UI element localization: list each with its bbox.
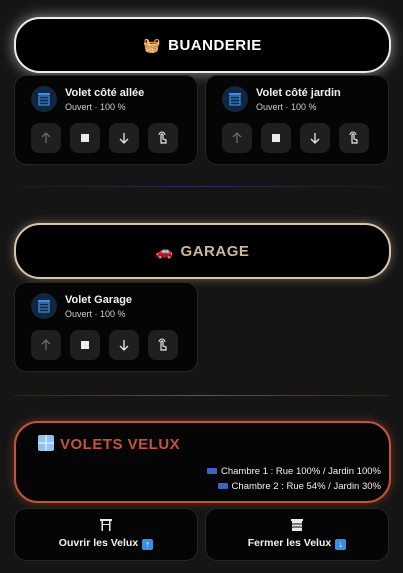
open-button[interactable] [222,123,252,153]
section-divider [14,186,389,187]
cover-name: Volet Garage [65,294,133,306]
cover-card-volet-garage[interactable]: Volet Garage Ouvert · 100 % [14,282,198,372]
position-button[interactable] [148,123,178,153]
close-button[interactable] [109,330,139,360]
arrow-down-icon [310,133,320,144]
cover-card-volet-allee[interactable]: Volet côté allée Ouvert · 100 % [14,75,198,165]
car-icon: 🚗 [155,242,174,259]
buanderie-title: BUANDERIE [168,36,262,54]
open-button[interactable] [31,330,61,360]
close-button[interactable] [109,123,139,153]
stop-button[interactable] [261,123,291,153]
cover-state: Ouvert · 100 % [256,102,317,112]
cover-name: Volet côté allée [65,87,145,99]
stop-icon [81,134,89,142]
stop-button[interactable] [70,330,100,360]
velux-title-row: VOLETS VELUX [38,435,180,453]
stop-icon [81,341,89,349]
garage-title: GARAGE [180,242,250,260]
arrow-down-icon [119,340,129,351]
arrow-down-badge-icon: ↓ [335,539,347,550]
close-velux-label: Fermer les Velux [247,537,332,549]
garage-header[interactable]: 🚗 GARAGE [14,223,391,279]
tap-hand-icon [349,131,358,144]
arrow-up-icon [41,132,51,143]
bed-icon [217,483,228,490]
tap-hand-icon [158,338,167,351]
arrow-up-icon [41,339,51,350]
arrow-down-icon [119,133,129,144]
bed-icon [206,468,217,475]
shutter-icon [31,86,57,112]
tap-hand-icon [158,131,167,144]
buanderie-header[interactable]: 🧺 BUANDERIE [14,17,391,73]
shutter-icon [222,86,248,112]
cover-state: Ouvert · 100 % [65,309,126,319]
arrow-up-badge-icon: ↑ [142,539,154,550]
stop-icon [272,134,280,142]
cover-card-volet-jardin[interactable]: Volet côté jardin Ouvert · 100 % [205,75,389,165]
velux-status-line-1: Chambre 1 : Rue 100% / Jardin 100% [206,466,381,477]
open-button[interactable] [31,123,61,153]
section-divider [14,395,389,396]
open-velux-label: Ouvrir les Velux [58,537,139,549]
position-button[interactable] [339,123,369,153]
window-icon [38,435,54,451]
window-open-icon [100,519,112,531]
velux-status-line-2: Chambre 2 : Rue 54% / Jardin 30% [217,481,381,492]
cover-state: Ouvert · 100 % [65,102,126,112]
window-closed-icon [291,519,303,531]
arrow-up-icon [232,132,242,143]
position-button[interactable] [148,330,178,360]
cover-name: Volet côté jardin [256,87,341,99]
velux-title: VOLETS VELUX [60,436,181,453]
open-velux-button[interactable]: Ouvrir les Velux ↑ [14,508,198,561]
shutter-icon [31,293,57,319]
basket-icon: 🧺 [143,36,162,53]
close-button[interactable] [300,123,330,153]
velux-status-card[interactable]: VOLETS VELUX Chambre 1 : Rue 100% / Jard… [14,421,391,503]
close-velux-button[interactable]: Fermer les Velux ↓ [205,508,389,561]
stop-button[interactable] [70,123,100,153]
